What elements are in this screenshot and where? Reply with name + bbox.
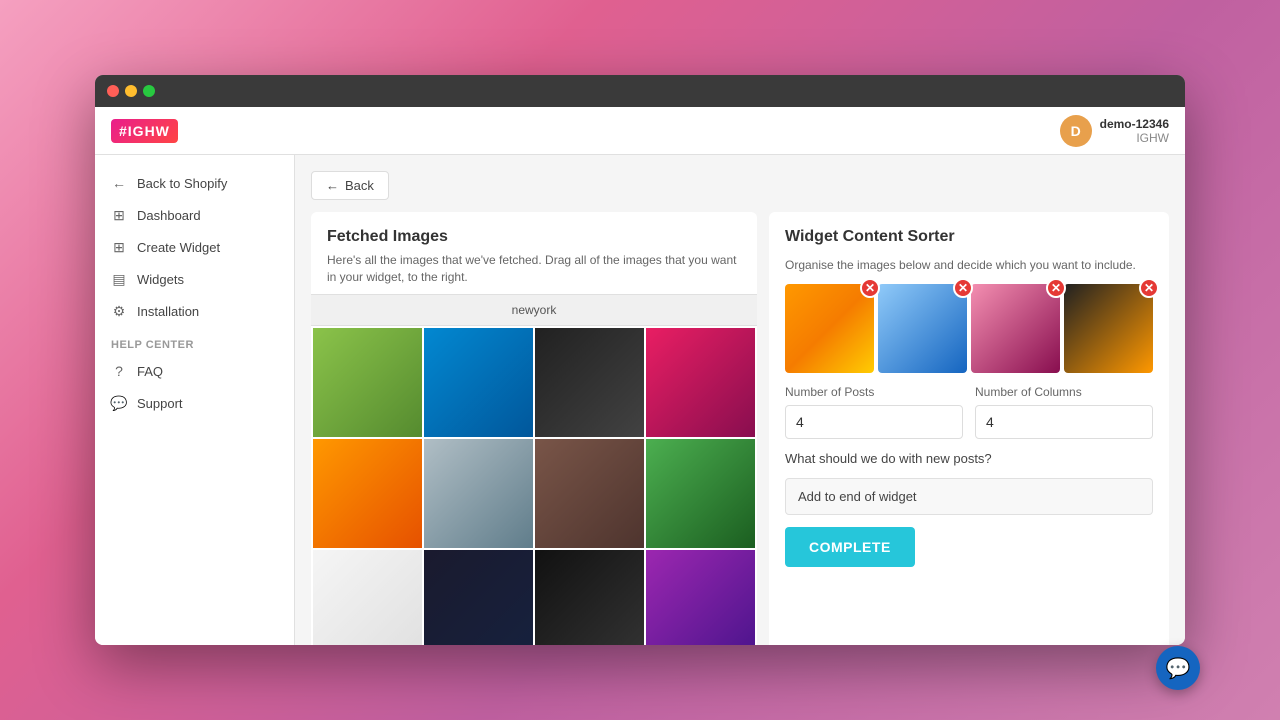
sidebar-label-create-widget: Create Widget	[137, 240, 220, 255]
sidebar-label-support: Support	[137, 396, 183, 411]
num-columns-group: Number of Columns	[975, 385, 1153, 439]
browser-titlebar	[95, 75, 1185, 107]
content-panels: Fetched Images Here's all the images tha…	[311, 212, 1169, 645]
settings-row: Number of Posts Number of Columns	[785, 385, 1153, 439]
dashboard-icon: ⊞	[111, 207, 127, 223]
sorter-description: Organise the images below and decide whi…	[785, 258, 1153, 272]
image-grid	[311, 326, 757, 645]
list-item[interactable]	[424, 439, 533, 548]
num-posts-label: Number of Posts	[785, 385, 963, 399]
remove-image-3-button[interactable]: ✕	[1046, 278, 1066, 298]
sidebar-item-installation[interactable]: ⚙ Installation	[95, 295, 294, 327]
faq-icon: ?	[111, 363, 127, 379]
app-header: #IGHW D demo-12346 IGHW	[95, 107, 1185, 155]
selected-image-2: ✕	[878, 284, 967, 373]
sidebar-label-back-shopify: Back to Shopify	[137, 176, 227, 191]
help-center-label: HELP CENTER	[95, 327, 294, 355]
fetched-images-description: Here's all the images that we've fetched…	[327, 252, 741, 286]
list-item[interactable]	[535, 439, 644, 548]
sidebar-item-faq[interactable]: ? FAQ	[95, 355, 294, 387]
complete-button[interactable]: COMPLETE	[785, 527, 915, 567]
support-icon: 💬	[111, 395, 127, 411]
remove-image-2-button[interactable]: ✕	[953, 278, 973, 298]
list-item[interactable]	[424, 550, 533, 645]
sidebar-item-back-shopify[interactable]: ← Back to Shopify	[95, 167, 294, 199]
list-item[interactable]	[535, 550, 644, 645]
new-posts-option[interactable]: Add to end of widget	[785, 478, 1153, 515]
chat-icon: 💬	[1166, 656, 1191, 681]
list-item[interactable]	[313, 439, 422, 548]
back-icon: ←	[111, 175, 127, 191]
widgets-icon: ▤	[111, 271, 127, 287]
sidebar-item-support[interactable]: 💬 Support	[95, 387, 294, 419]
back-arrow-icon: ←	[326, 178, 339, 193]
app-logo: #IGHW	[111, 119, 178, 143]
app-content: ← Back to Shopify ⊞ Dashboard ⊞ Create W…	[95, 155, 1185, 645]
back-button-label: Back	[345, 178, 374, 193]
list-item[interactable]	[646, 550, 755, 645]
sidebar-item-dashboard[interactable]: ⊞ Dashboard	[95, 199, 294, 231]
widget-sorter-panel: Widget Content Sorter Organise the image…	[769, 212, 1169, 645]
logo-hash: #	[119, 123, 128, 139]
list-item[interactable]	[424, 328, 533, 437]
num-posts-input[interactable]	[785, 405, 963, 439]
selected-image-3: ✕	[971, 284, 1060, 373]
avatar: D	[1060, 115, 1092, 147]
user-org: IGHW	[1100, 131, 1169, 145]
sidebar: ← Back to Shopify ⊞ Dashboard ⊞ Create W…	[95, 155, 295, 645]
traffic-lights	[107, 85, 155, 97]
sorter-title: Widget Content Sorter	[785, 228, 1153, 246]
traffic-light-red[interactable]	[107, 85, 119, 97]
num-columns-label: Number of Columns	[975, 385, 1153, 399]
user-info: D demo-12346 IGHW	[1060, 115, 1169, 147]
new-posts-label: What should we do with new posts?	[785, 451, 1153, 466]
new-posts-section: What should we do with new posts?	[785, 451, 1153, 466]
fetched-images-panel: Fetched Images Here's all the images tha…	[311, 212, 757, 645]
traffic-light-yellow[interactable]	[125, 85, 137, 97]
list-item[interactable]	[535, 328, 644, 437]
create-widget-icon: ⊞	[111, 239, 127, 255]
remove-image-4-button[interactable]: ✕	[1139, 278, 1159, 298]
tag-filter[interactable]: newyork	[311, 294, 757, 326]
sidebar-label-faq: FAQ	[137, 364, 163, 379]
traffic-light-green[interactable]	[143, 85, 155, 97]
sidebar-item-widgets[interactable]: ▤ Widgets	[95, 263, 294, 295]
user-name: demo-12346	[1100, 117, 1169, 131]
chat-button[interactable]: 💬	[1156, 646, 1200, 690]
browser-window: #IGHW D demo-12346 IGHW ← Back to Shopif…	[95, 75, 1185, 645]
list-item[interactable]	[313, 328, 422, 437]
fetched-images-header: Fetched Images Here's all the images tha…	[311, 212, 757, 294]
list-item[interactable]	[646, 328, 755, 437]
installation-icon: ⚙	[111, 303, 127, 319]
sidebar-label-dashboard: Dashboard	[137, 208, 201, 223]
sidebar-label-widgets: Widgets	[137, 272, 184, 287]
main-content: ← Back Fetched Images Here's all the ima…	[295, 155, 1185, 645]
logo-container: #IGHW	[111, 119, 178, 143]
sidebar-label-installation: Installation	[137, 304, 199, 319]
logo-text: IGHW	[128, 123, 170, 139]
remove-image-1-button[interactable]: ✕	[860, 278, 880, 298]
selected-images-row: ✕ ✕ ✕ ✕	[785, 284, 1153, 373]
num-columns-input[interactable]	[975, 405, 1153, 439]
back-button[interactable]: ← Back	[311, 171, 389, 200]
fetched-images-title: Fetched Images	[327, 228, 741, 246]
user-details: demo-12346 IGHW	[1100, 117, 1169, 145]
num-posts-group: Number of Posts	[785, 385, 963, 439]
list-item[interactable]	[313, 550, 422, 645]
list-item[interactable]	[646, 439, 755, 548]
selected-image-1: ✕	[785, 284, 874, 373]
sidebar-item-create-widget[interactable]: ⊞ Create Widget	[95, 231, 294, 263]
selected-image-4: ✕	[1064, 284, 1153, 373]
